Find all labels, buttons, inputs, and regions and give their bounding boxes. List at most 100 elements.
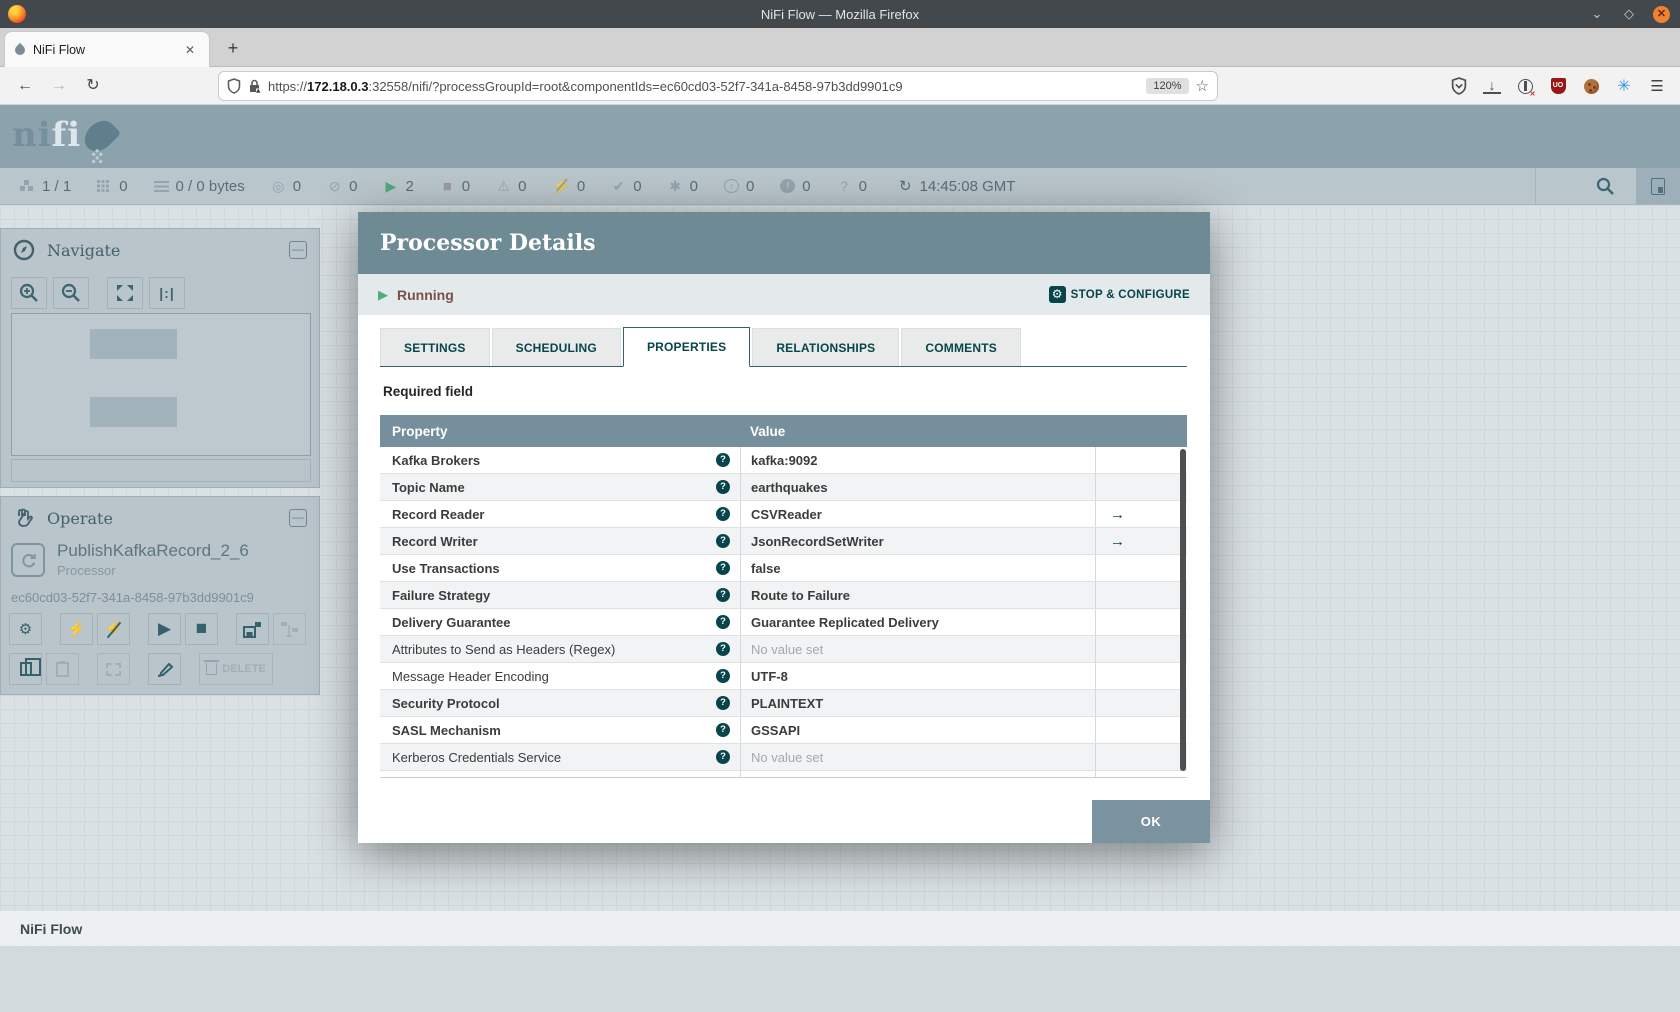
stale-icon: ↑: [723, 179, 739, 193]
operate-collapse-button[interactable]: —: [289, 509, 307, 527]
new-tab-button[interactable]: +: [220, 36, 246, 62]
window-close-icon[interactable]: ✕: [1653, 5, 1670, 23]
property-name: SASL Mechanism?: [380, 717, 740, 743]
help-icon[interactable]: ?: [716, 723, 730, 737]
stop-icon: ■: [195, 618, 208, 639]
ublock-icon[interactable]: UO: [1549, 77, 1567, 95]
tab-comments[interactable]: COMMENTS: [901, 328, 1021, 366]
properties-table-body: Kafka Brokers? kafka:9092 Topic Name? earth…: [380, 447, 1187, 778]
property-value: earthquakes: [740, 474, 1095, 500]
help-icon[interactable]: ?: [716, 534, 730, 548]
window-maximize-icon[interactable]: ◇: [1621, 6, 1637, 22]
help-icon[interactable]: ?: [716, 453, 730, 467]
fill-color-button[interactable]: [148, 653, 181, 685]
help-icon[interactable]: ?: [716, 750, 730, 764]
url-text: https://172.18.0.3:32558/nifi/?processGr…: [268, 78, 903, 94]
help-icon[interactable]: ?: [716, 561, 730, 575]
property-row: Kerberos Credentials Service? No value se…: [380, 744, 1187, 771]
bulletin-panel-toggle[interactable]: [1636, 168, 1680, 204]
minimap-processor-rect: [90, 397, 177, 427]
help-icon[interactable]: ?: [716, 480, 730, 494]
browser-tab[interactable]: NiFi Flow ✕: [4, 31, 210, 67]
tab-properties[interactable]: PROPERTIES: [622, 327, 751, 367]
transmitting-count: 0: [292, 177, 302, 195]
enable-button[interactable]: ⚡: [60, 613, 93, 645]
stop-and-configure-button[interactable]: ⚙ STOP & CONFIGURE: [1048, 286, 1190, 303]
cookie-icon[interactable]: [1582, 77, 1600, 95]
copy-button[interactable]: [9, 653, 42, 685]
reload-button[interactable]: ↻: [80, 73, 106, 99]
window-shade-icon[interactable]: ⌄: [1589, 6, 1605, 22]
tab-settings[interactable]: SETTINGS: [380, 328, 490, 366]
connection-lock-icon[interactable]: [248, 79, 261, 94]
property-name: Topic Name?: [380, 474, 740, 500]
extension-asterisk-icon[interactable]: ✳: [1615, 77, 1633, 95]
property-row: Security Protocol? PLAINTEXT: [380, 690, 1187, 717]
help-icon[interactable]: ?: [716, 507, 730, 521]
property-row: Use Transactions? false: [380, 555, 1187, 582]
properties-table-header: Property Value: [380, 415, 1187, 447]
ok-button[interactable]: OK: [1092, 800, 1210, 843]
property-name: Kerberos Credentials Service?: [380, 744, 740, 770]
locally-modified-count: 0: [689, 177, 698, 195]
start-button[interactable]: ▶: [148, 613, 181, 645]
go-to-service-arrow-icon[interactable]: →: [1095, 501, 1187, 527]
help-icon[interactable]: ?: [716, 642, 730, 656]
downloads-icon[interactable]: ↓: [1483, 77, 1501, 94]
go-to-service-arrow-icon[interactable]: →: [1095, 528, 1187, 554]
create-template-button[interactable]: [236, 613, 269, 645]
property-value: No value set: [740, 636, 1095, 662]
selected-processor-id: ec60cd03-52f7-341a-8458-97b3dd9901c9: [11, 590, 254, 605]
tracking-shield-icon[interactable]: [227, 78, 241, 94]
value-column-header: Value: [750, 423, 786, 439]
stop-button[interactable]: ■: [185, 613, 218, 645]
link-cell: [1095, 447, 1187, 473]
help-icon[interactable]: ?: [716, 588, 730, 602]
search-icon[interactable]: [1596, 177, 1614, 195]
trash-icon: [204, 660, 220, 675]
back-button[interactable]: ←: [12, 73, 38, 99]
configure-button[interactable]: ⚙: [9, 613, 42, 645]
help-icon[interactable]: ?: [716, 696, 730, 710]
property-value: PLAINTEXT: [740, 690, 1095, 716]
tab-close-icon[interactable]: ✕: [181, 41, 199, 59]
stopped-count: 0: [461, 177, 471, 195]
help-icon[interactable]: ?: [716, 615, 730, 629]
property-name: Attributes to Send as Headers (Regex)?: [380, 636, 740, 662]
paste-button[interactable]: [46, 653, 79, 685]
delete-button[interactable]: DELETE: [199, 653, 273, 685]
zoom-in-button[interactable]: [11, 277, 47, 309]
forward-button[interactable]: →: [46, 73, 72, 99]
breadcrumb[interactable]: NiFi Flow: [20, 921, 82, 937]
transmitting-icon: ◎: [272, 177, 285, 194]
privacy-mask-icon[interactable]: [1516, 77, 1536, 98]
status-item-up-to-date: ✔ 0: [611, 178, 642, 195]
property-row: Delivery Guarantee? Guarantee Replicated …: [380, 609, 1187, 636]
tab-relationships[interactable]: RELATIONSHIPS: [752, 328, 900, 366]
disable-button[interactable]: ⚡: [97, 613, 130, 645]
help-icon[interactable]: ?: [716, 669, 730, 683]
tab-scheduling[interactable]: SCHEDULING: [491, 328, 621, 366]
url-field[interactable]: https://172.18.0.3:32558/nifi/?processGr…: [218, 71, 1218, 101]
pocket-shield-icon[interactable]: [1450, 77, 1468, 95]
zoom-level-badge[interactable]: 120%: [1146, 78, 1189, 94]
refresh-icon[interactable]: ↻: [899, 177, 912, 195]
property-name: Use Transactions?: [380, 555, 740, 581]
birdseye-minimap[interactable]: [11, 313, 311, 456]
table-scrollbar[interactable]: [1180, 449, 1186, 771]
browser-menu-icon[interactable]: ☰: [1648, 77, 1666, 95]
zoom-fit-button[interactable]: [107, 277, 143, 309]
navigate-collapse-button[interactable]: —: [289, 241, 307, 259]
zoom-actual-button[interactable]: |:|: [149, 277, 185, 309]
stopped-icon: ■: [442, 177, 452, 195]
zoom-out-button[interactable]: [53, 277, 89, 309]
bookmark-star-icon[interactable]: ☆: [1196, 77, 1209, 95]
property-name: Record Writer?: [380, 528, 740, 554]
link-cell: [1095, 744, 1187, 770]
stop-configure-gear-icon: ⚙: [1048, 286, 1066, 303]
group-button[interactable]: [97, 653, 130, 685]
locally-modified-stale-icon: !: [780, 179, 796, 193]
upload-template-button[interactable]: [273, 613, 306, 645]
play-icon: ▶: [157, 619, 172, 638]
property-name: Delivery Guarantee?: [380, 609, 740, 635]
